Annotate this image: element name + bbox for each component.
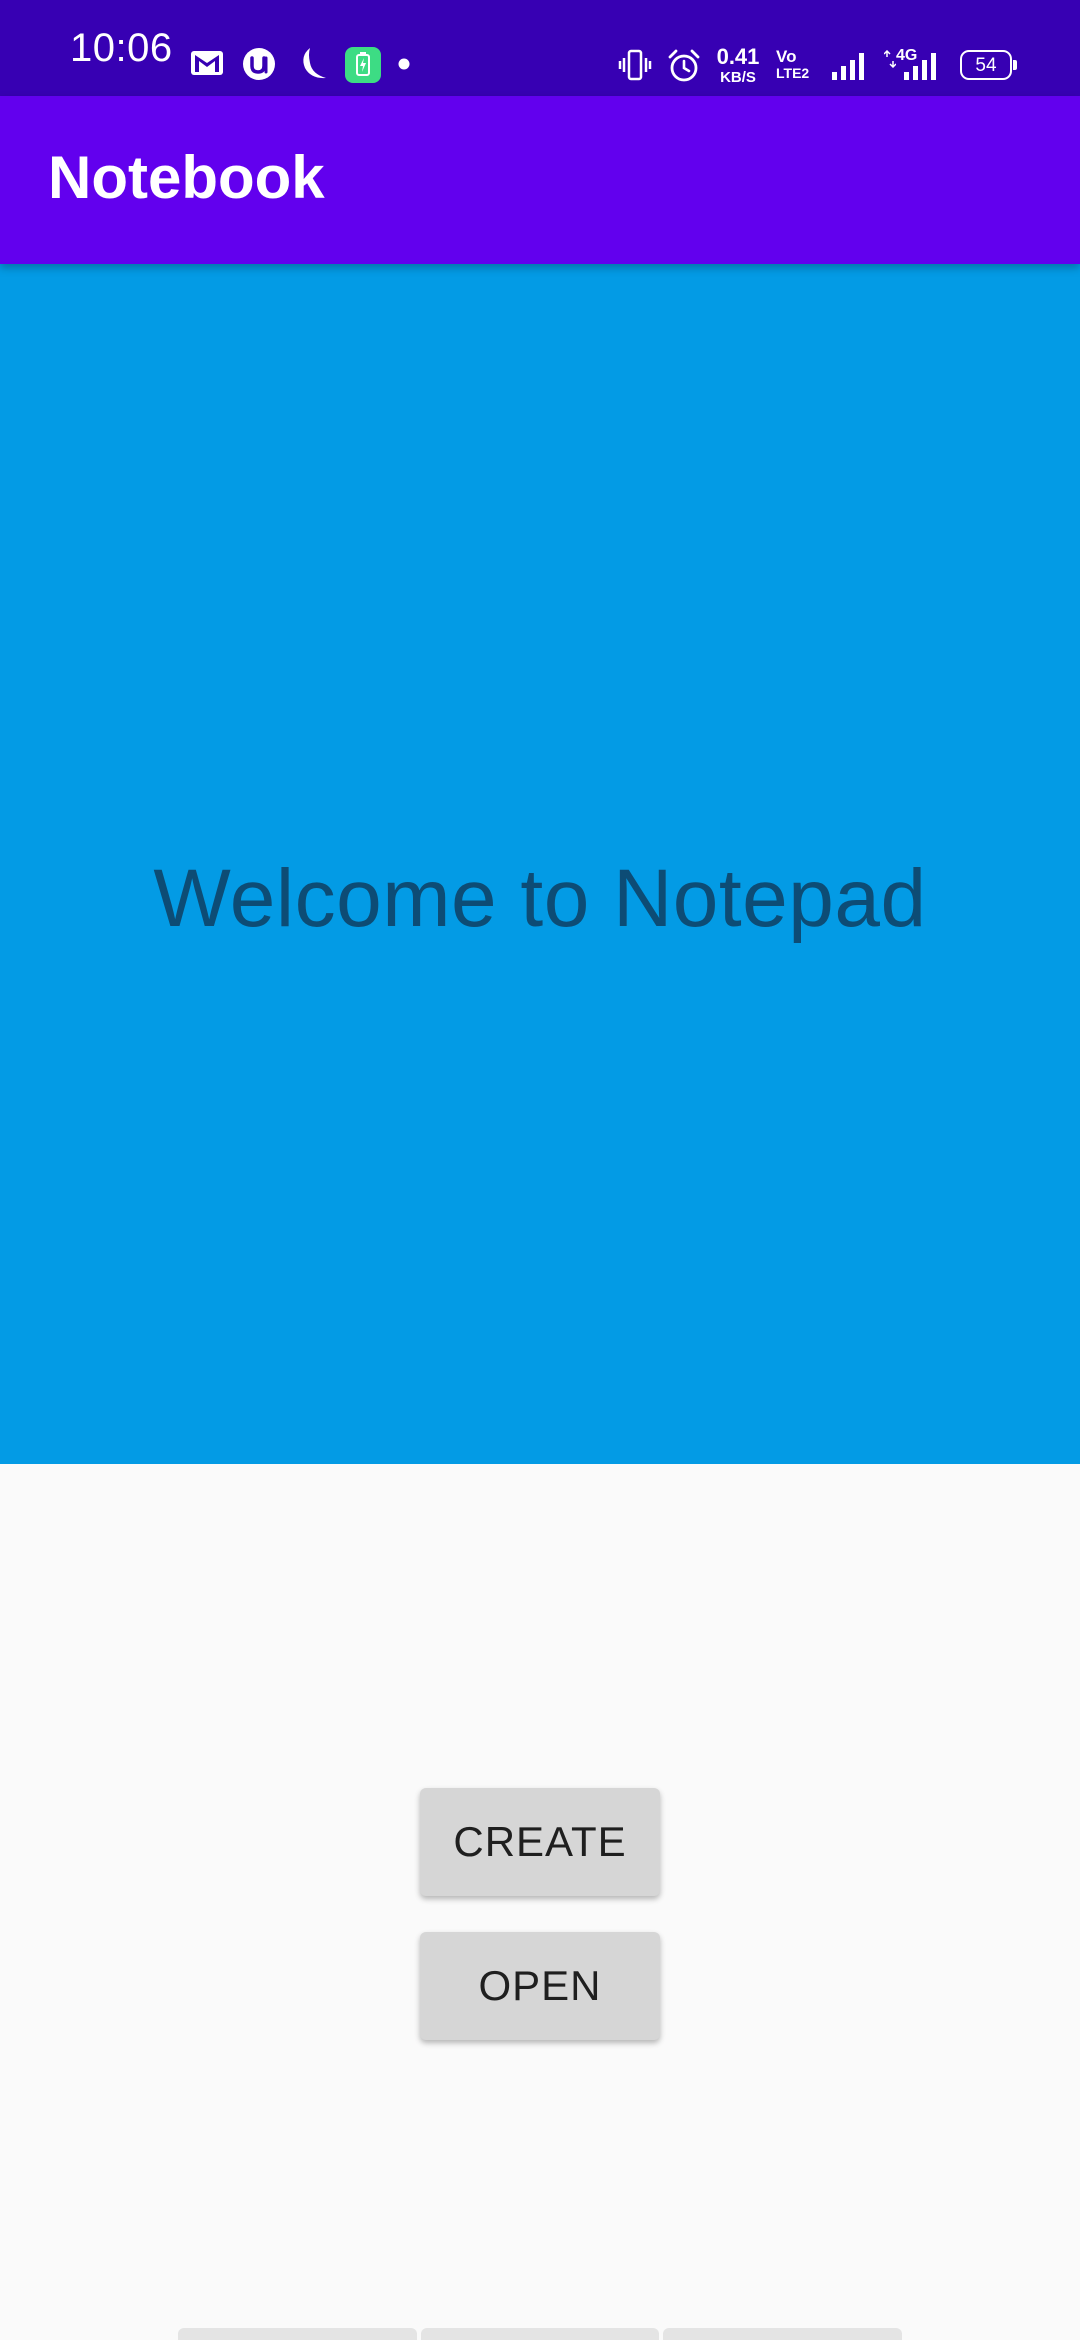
signal-icon [904, 53, 936, 80]
create-button[interactable]: CREATE [420, 1788, 660, 1896]
bottom-bar-partial [178, 2328, 903, 2340]
status-bar: 10:06 0.41 KB/S Vo LTE2 4G 54 [0, 0, 1080, 96]
gmail-icon [191, 51, 223, 75]
app-bar: Notebook [0, 96, 1080, 264]
battery-saver-icon [345, 47, 381, 83]
net-speed-unit: KB/S [720, 69, 756, 86]
bottom-tab-3[interactable] [663, 2328, 903, 2340]
data-arrows-icon [884, 50, 896, 68]
net-speed: 0.41 KB/S [712, 44, 764, 86]
volte-indicator: Vo LTE2 [776, 48, 818, 80]
screen: 10:06 0.41 KB/S Vo LTE2 4G 54 Notebook W… [0, 0, 1080, 2340]
bottom-tab-1[interactable] [178, 2328, 417, 2340]
net-speed-value: 0.41 [716, 44, 760, 69]
volte-top: Vo [776, 47, 797, 66]
dot-icon [398, 58, 410, 70]
bottom-tab-2[interactable] [420, 2328, 660, 2340]
signal-icon [832, 53, 864, 80]
u-app-icon [243, 48, 275, 80]
open-button[interactable]: OPEN [420, 1932, 660, 2040]
moon-icon [303, 48, 326, 79]
alarm-icon [668, 49, 700, 82]
status-time: 10:06 [70, 26, 173, 70]
vibrate-icon [618, 49, 652, 81]
welcome-banner: Welcome to Notepad [0, 264, 1080, 1464]
app-title: Notebook [48, 144, 325, 211]
volte-bottom: LTE2 [776, 65, 810, 81]
battery-icon: 54 [960, 50, 1017, 80]
welcome-text: Welcome to Notepad [153, 853, 927, 944]
battery-level: 54 [975, 54, 997, 76]
